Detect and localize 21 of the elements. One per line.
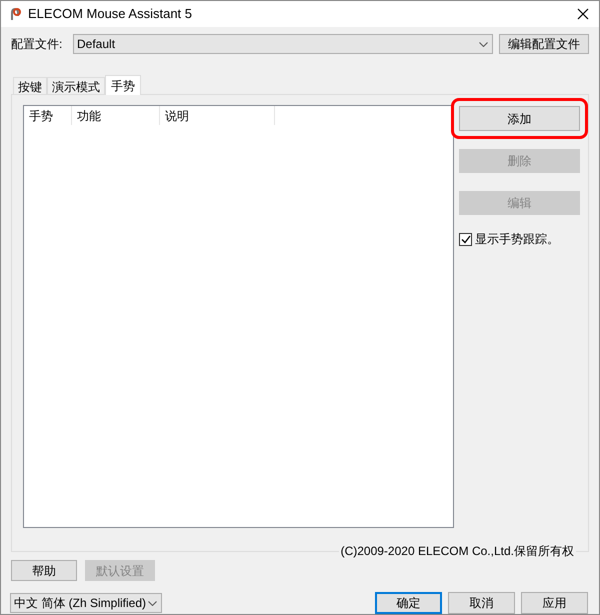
gesture-list[interactable]: 手势 功能 说明 [23,105,454,528]
app-icon [8,7,22,21]
add-button[interactable]: 添加 [459,106,580,131]
close-icon[interactable] [577,8,589,20]
profile-dropdown[interactable]: Default [73,34,493,54]
profile-label: 配置文件: [11,36,64,53]
language-dropdown[interactable]: 中文 简体 (Zh Simplified) [10,593,162,613]
caret-icon [479,42,488,46]
caret-icon [148,600,157,606]
apply-button[interactable]: 应用 [521,592,588,614]
tab[interactable]: 演示模式 [47,77,105,94]
cancel-button[interactable]: 取消 [448,592,515,614]
copyright-text: (C)2009-2020 ELECOM Co.,Ltd.保留所有权 [338,542,576,560]
ok-button[interactable]: 确定 [375,592,442,614]
help-button[interactable]: 帮助 [11,560,77,581]
edit-profile-button[interactable]: 编辑配置文件 [499,34,589,54]
window-title: ELECOM Mouse Assistant 5 [28,5,192,24]
checkbox[interactable] [459,232,472,246]
tab[interactable]: 按键 [13,77,47,94]
checkbox-label: 显示手势跟踪。 [475,231,559,248]
tab[interactable]: 手势 [105,75,141,95]
